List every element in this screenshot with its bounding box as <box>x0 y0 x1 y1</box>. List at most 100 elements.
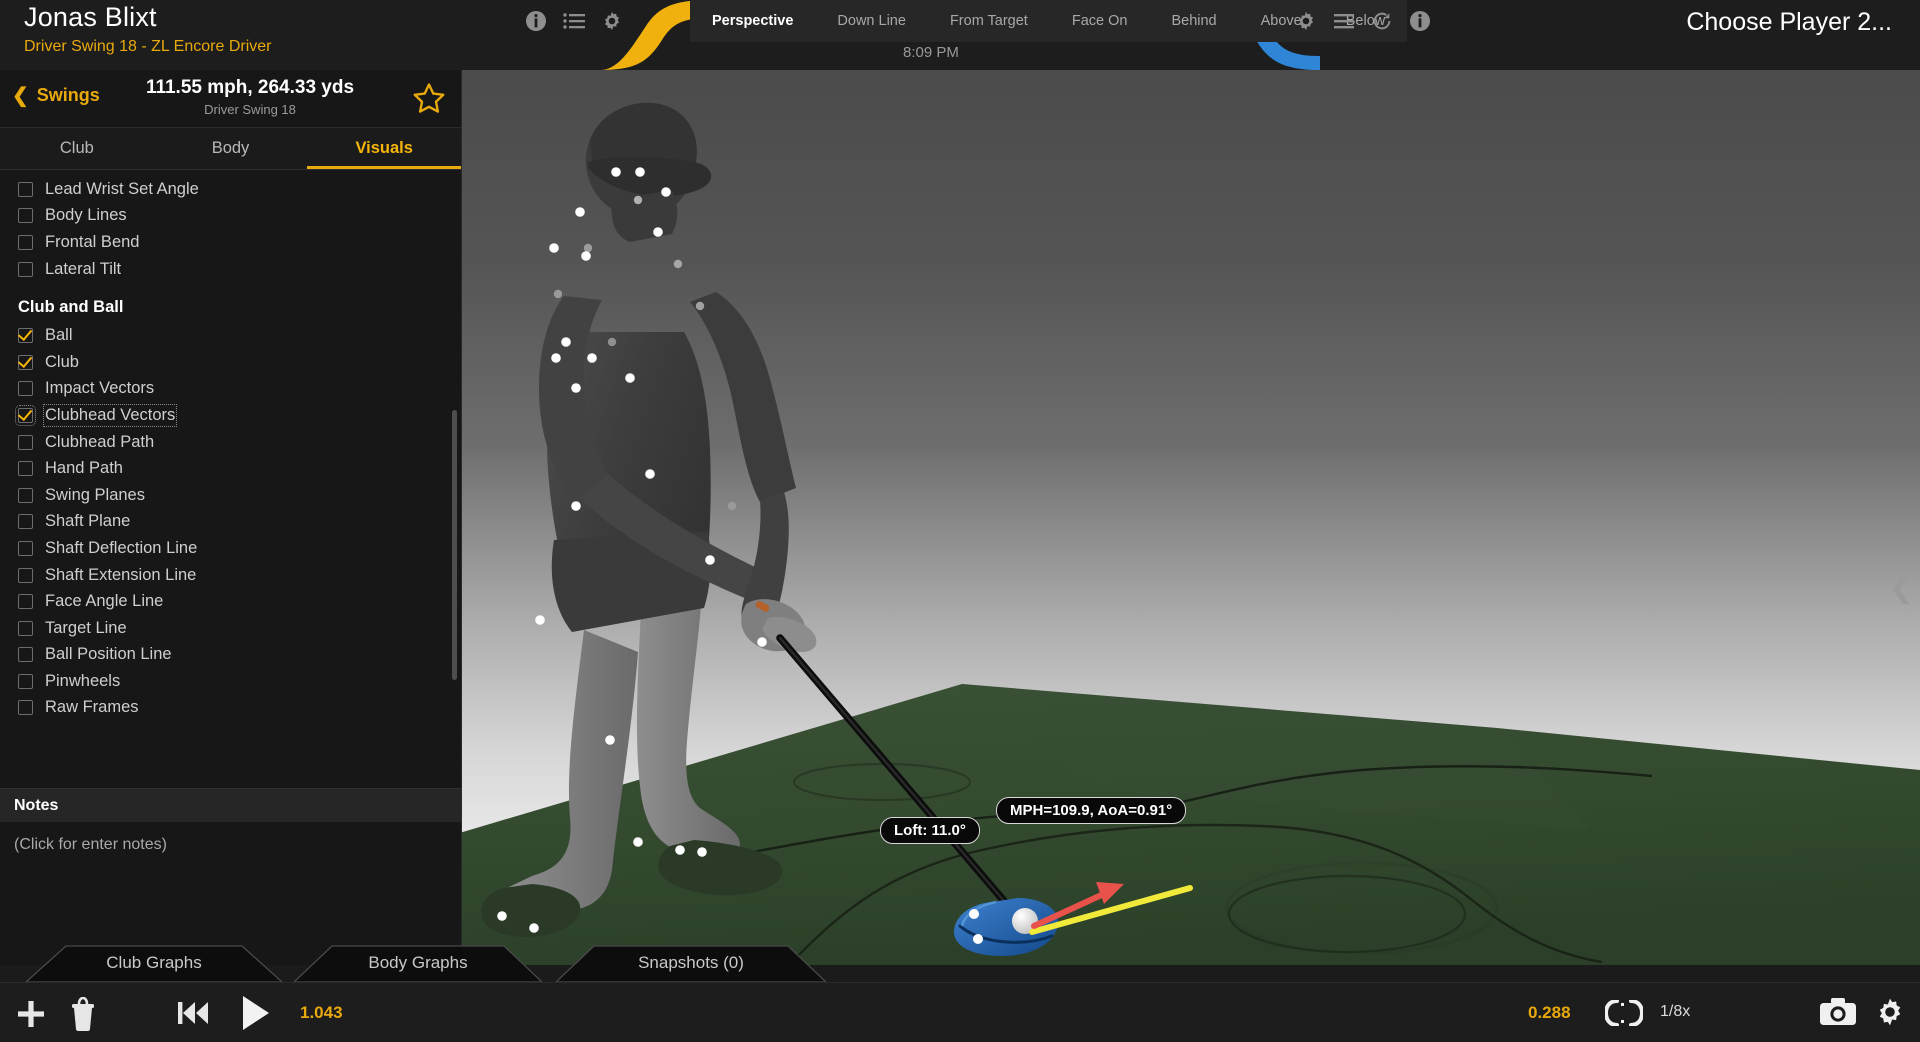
tab-snapshots[interactable]: Snapshots (0) <box>556 943 826 982</box>
gear-icon[interactable] <box>601 10 623 32</box>
view-tab-down-line[interactable]: Down Line <box>815 0 928 42</box>
visual-option-shaft-deflection-line[interactable]: Shaft Deflection Line <box>18 535 461 562</box>
tab-body-graphs[interactable]: Body Graphs <box>294 943 542 982</box>
refresh-icon[interactable] <box>1371 10 1393 32</box>
checkbox-icon[interactable] <box>18 673 33 689</box>
camera-icon[interactable] <box>1820 997 1856 1032</box>
option-label: Raw Frames <box>45 698 139 717</box>
playback-speed-value[interactable]: 1/8x <box>1660 1003 1690 1021</box>
option-label: Clubhead Vectors <box>42 403 178 427</box>
checkbox-icon[interactable] <box>18 620 33 636</box>
visual-option-shaft-plane[interactable]: Shaft Plane <box>18 509 461 536</box>
visual-option-frontal-bend[interactable]: Frontal Bend <box>18 229 461 256</box>
visual-option-hand-path[interactable]: Hand Path <box>18 455 461 482</box>
swing-header: ❮ Swings 111.55 mph, 264.33 yds Driver S… <box>0 70 461 128</box>
option-label: Shaft Deflection Line <box>45 538 198 557</box>
list-icon[interactable] <box>1333 12 1355 30</box>
plus-icon[interactable] <box>14 997 48 1036</box>
tab-club-graphs[interactable]: Club Graphs <box>26 943 282 982</box>
tab-club[interactable]: Club <box>0 128 154 169</box>
visual-option-lead-wrist-set-angle[interactable]: Lead Wrist Set Angle <box>18 176 461 203</box>
visual-option-pinwheels[interactable]: Pinwheels <box>18 668 461 695</box>
rewind-icon[interactable] <box>178 1000 208 1031</box>
checkbox-icon[interactable] <box>18 567 33 583</box>
option-label: Pinwheels <box>45 671 121 690</box>
visual-option-body-lines[interactable]: Body Lines <box>18 203 461 230</box>
visual-option-lateral-tilt[interactable]: Lateral Tilt <box>18 256 461 283</box>
session-time: 8:09 PM <box>903 44 959 61</box>
header-right-icon-group <box>1295 10 1431 32</box>
back-to-swings-button[interactable]: ❮ Swings <box>12 85 100 106</box>
list-icon[interactable] <box>563 12 585 30</box>
checkbox-icon[interactable] <box>18 514 33 530</box>
view-tab-behind[interactable]: Behind <box>1149 0 1238 42</box>
option-label: Lateral Tilt <box>45 259 122 278</box>
group-heading-club-and-ball: Club and Ball <box>18 298 124 317</box>
swing-3d-viewport[interactable]: Loft: 11.0° MPH=109.9, AoA=0.91° ❮ <box>462 70 1920 965</box>
play-icon[interactable] <box>240 995 270 1036</box>
visuals-scroll-area: Lead Wrist Set Angle Body Lines Frontal … <box>0 170 461 788</box>
visual-option-clubhead-vectors[interactable]: Clubhead Vectors <box>15 402 461 429</box>
visual-option-clubhead-path[interactable]: Clubhead Path <box>18 429 461 456</box>
tab-visuals[interactable]: Visuals <box>307 128 462 169</box>
visual-option-shaft-extension-line[interactable]: Shaft Extension Line <box>18 562 461 589</box>
gear-icon[interactable] <box>1295 10 1317 32</box>
checkbox-icon[interactable] <box>18 181 33 197</box>
current-time-right: 0.288 <box>1528 1003 1571 1022</box>
checkbox-icon[interactable] <box>18 354 33 370</box>
checkbox-icon[interactable] <box>18 461 33 477</box>
tab-label: Body Graphs <box>368 952 468 972</box>
notes-input[interactable]: (Click for enter notes) <box>0 822 461 922</box>
checkbox-icon[interactable] <box>18 700 33 716</box>
tab-body[interactable]: Body <box>154 128 308 169</box>
checkbox-icon[interactable] <box>18 208 33 224</box>
checkbox-icon[interactable] <box>18 647 33 663</box>
checkbox-icon[interactable] <box>18 434 33 450</box>
option-label: Shaft Plane <box>45 512 131 531</box>
option-label: Face Angle Line <box>45 592 164 611</box>
current-time-left: 1.043 <box>300 1003 343 1022</box>
option-label: Club <box>45 352 79 371</box>
info-icon[interactable] <box>1409 10 1431 32</box>
choose-player-2-button[interactable]: Choose Player 2... <box>1686 8 1892 37</box>
option-label: Ball Position Line <box>45 645 172 664</box>
visual-option-ball-position-line[interactable]: Ball Position Line <box>18 642 461 669</box>
checkbox-icon[interactable] <box>18 261 33 277</box>
loft-value-tag: Loft: 11.0° <box>880 817 980 844</box>
option-label: Impact Vectors <box>45 379 155 398</box>
view-tab-face-on[interactable]: Face On <box>1050 0 1150 42</box>
view-tab-from-target[interactable]: From Target <box>928 0 1050 42</box>
view-tab-perspective[interactable]: Perspective <box>690 0 815 42</box>
chevron-left-icon[interactable]: ❮ <box>1889 570 1914 605</box>
trash-icon[interactable] <box>68 996 98 1036</box>
visual-option-swing-planes[interactable]: Swing Planes <box>18 482 461 509</box>
chevron-left-icon: ❮ <box>12 84 29 107</box>
sidebar-scrollbar-thumb[interactable] <box>452 410 457 680</box>
left-sidebar: ❮ Swings 111.55 mph, 264.33 yds Driver S… <box>0 70 462 965</box>
visual-option-raw-frames[interactable]: Raw Frames <box>18 695 461 722</box>
gear-icon[interactable] <box>1874 996 1906 1033</box>
visual-option-club[interactable]: Club <box>18 349 461 376</box>
checkbox-icon[interactable] <box>15 404 36 426</box>
player-name: Jonas Blixt <box>24 2 157 32</box>
swing-speed-distance: 111.55 mph, 264.33 yds <box>145 77 355 98</box>
option-label: Shaft Extension Line <box>45 565 197 584</box>
star-icon[interactable] <box>412 82 446 120</box>
visual-option-target-line[interactable]: Target Line <box>18 615 461 642</box>
info-icon[interactable] <box>525 10 547 32</box>
checkbox-icon[interactable] <box>18 487 33 503</box>
checkbox-icon[interactable] <box>18 540 33 556</box>
visual-option-impact-vectors[interactable]: Impact Vectors <box>18 376 461 403</box>
checkbox-icon[interactable] <box>18 328 33 344</box>
notes-section-header: Notes <box>0 788 461 822</box>
playback-control-bar: 1.043 Backswing: 0.780 sec, Tempo: 0.34 … <box>0 982 1920 1042</box>
checkbox-icon[interactable] <box>18 594 33 610</box>
checkbox-icon[interactable] <box>18 381 33 397</box>
header-left-icon-group <box>525 10 623 32</box>
visual-option-face-angle-line[interactable]: Face Angle Line <box>18 588 461 615</box>
option-label: Swing Planes <box>45 485 145 504</box>
option-label: Frontal Bend <box>45 232 140 251</box>
frame-icon[interactable] <box>1603 999 1645 1031</box>
checkbox-icon[interactable] <box>18 234 33 250</box>
visual-option-ball[interactable]: Ball <box>18 322 461 349</box>
